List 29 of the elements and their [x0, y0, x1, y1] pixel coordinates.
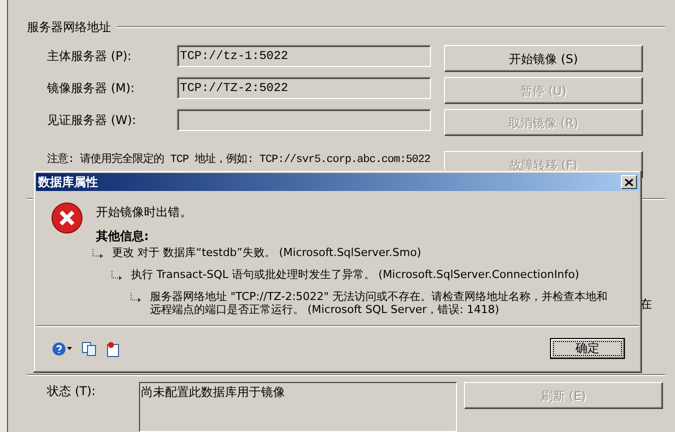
text-field[interactable]: TCP://tz-1:5022 — [177, 45, 431, 67]
note-text: 注意: 请使用完全限定的 TCP 地址，例如: TCP://svr5.corp.abc.com:5022 — [46, 152, 431, 168]
error-message: 开始镜像时出错。 — [96, 204, 193, 221]
field-label: 镜像服务器 (M): — [46, 80, 136, 97]
detail-text: 更改 对于 数据库“testdb”失败。 (Microsoft.SqlServer.Smo) — [112, 246, 422, 259]
branch-arrow-icon — [111, 271, 123, 281]
group-title: 服务器网络地址 — [27, 19, 111, 36]
detail-text: 服务器网络地址 "TCP://TZ-2:5022" 无法访问或不存在。请检查网络地址名称，并检查本地和远程端点的端口是否正常运行。 (Microsoft SQL Server，错误: 1418) — [150, 290, 608, 316]
field-label: 主体服务器 (P): — [46, 48, 132, 65]
details-heading: 其他信息: — [96, 228, 150, 245]
details-icon[interactable] — [106, 340, 120, 356]
status-label: 状态 (T): — [46, 383, 97, 400]
caret-icon — [67, 347, 72, 350]
close-icon — [625, 178, 633, 186]
text-field[interactable] — [177, 109, 431, 131]
ok-button[interactable]: 确定 — [550, 338, 625, 359]
status-box: 尚未配置此数据库用于镜像 — [139, 382, 457, 432]
branch-arrow-icon — [92, 249, 104, 259]
branch-arrow-icon — [130, 293, 142, 303]
detail-text: 执行 Transact-SQL 语句或批处理时发生了异常。 (Microsoft.SqlServer.ConnectionInfo) — [131, 268, 580, 281]
help-icon — [52, 342, 66, 356]
help-button[interactable] — [52, 342, 72, 356]
push-button[interactable]: 开始镜像 (S) — [444, 45, 643, 72]
text-field[interactable]: TCP://TZ-2:5022 — [177, 77, 431, 99]
dialog-title: 数据库属性 — [38, 174, 98, 191]
error-icon — [51, 202, 83, 234]
close-button[interactable] — [621, 175, 637, 189]
copy-icon[interactable] — [82, 342, 96, 356]
field-label: 见证服务器 (W): — [46, 112, 138, 129]
